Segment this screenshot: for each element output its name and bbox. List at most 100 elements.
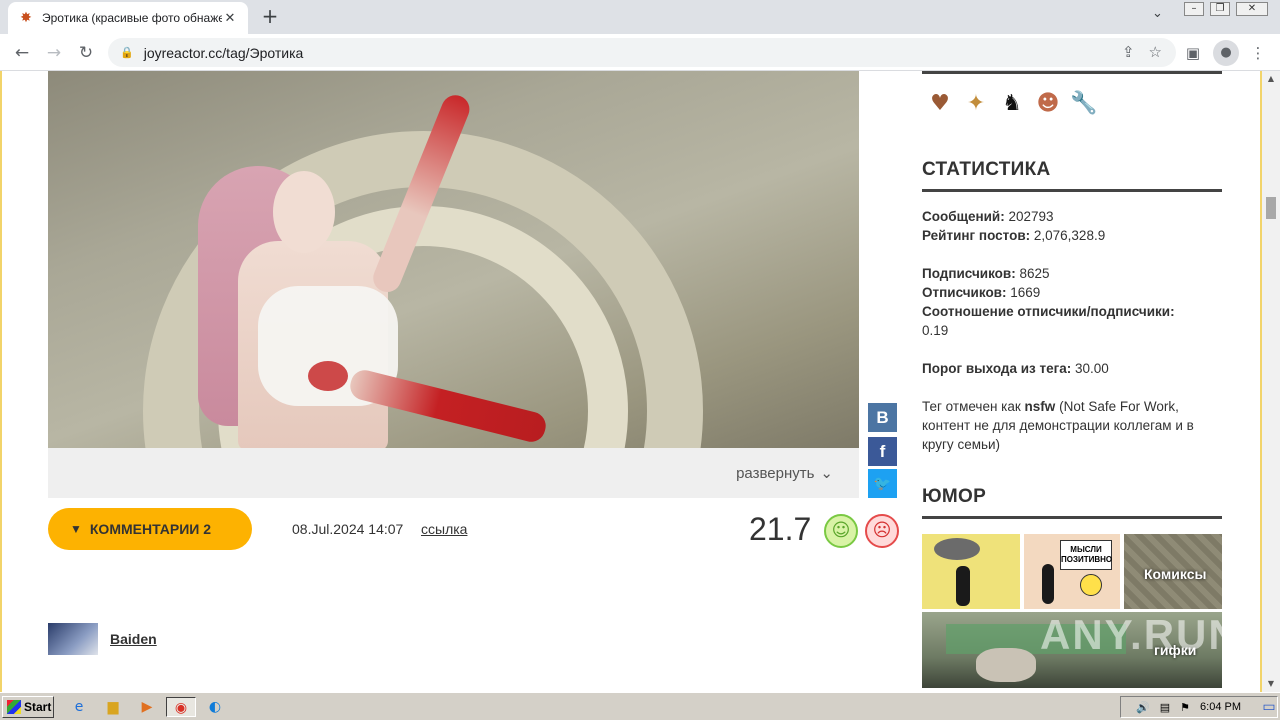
chrome-icon[interactable]: ◉ (166, 697, 196, 717)
expand-bar: развернуть ⌄ (48, 448, 859, 498)
profile-icon[interactable]: ● (1213, 40, 1239, 66)
stat-ratio-value: 0.19 (922, 323, 949, 338)
reload-icon[interactable]: ↻ (72, 40, 100, 66)
smile-icon: ☺ (831, 520, 851, 541)
image-figure-face (273, 171, 335, 253)
playboy-bunny-icon[interactable]: ♞ (996, 87, 1028, 119)
clock[interactable]: 6:04 PM (1200, 701, 1241, 713)
address-bar[interactable]: 🔒 joyreactor.cc/tag/Эротика ⇪ ☆ (108, 38, 1176, 67)
comics-label: Комиксы (1144, 566, 1207, 582)
chevron-down-icon: ▼ (70, 522, 82, 536)
windows-logo-icon (7, 700, 21, 714)
nsfw-notice: Тег отмечен как nsfw (Not Safe For Work,… (922, 397, 1222, 454)
frown-icon: ☹ (872, 520, 892, 541)
watermark-logo: ANY.RUN (1040, 611, 1241, 658)
stat-rating-value: 2,076,328.9 (1033, 228, 1106, 243)
browser-tab[interactable]: ✸ Эротика (красивые фото обнажен ✕ (8, 2, 248, 34)
tab-close-icon[interactable]: ✕ (222, 11, 238, 26)
post-rating: 21.7 (749, 511, 812, 547)
menu-icon[interactable]: ⋮ (1245, 40, 1271, 66)
humor-rule (922, 516, 1222, 519)
scroll-up-icon[interactable]: ▲ (1262, 71, 1280, 87)
media-player-icon[interactable]: ▶ (136, 697, 158, 717)
expand-label: развернуть (736, 464, 815, 482)
thought-cloud-icon (934, 538, 980, 560)
system-tray: 🔊 ▤ ⚑ 6:04 PM (1120, 696, 1278, 718)
heart-icon[interactable]: ♥ (924, 87, 956, 119)
humor-tile-comics[interactable]: Комиксы (1124, 534, 1222, 609)
stat-exit-value: 30.00 (1074, 361, 1109, 376)
web-page: развернуть ⌄ В f 🐦 ▼ КОММЕНТАРИИ 2 08.Ju… (0, 71, 1280, 692)
maximize-window-icon[interactable]: ❐ (1210, 2, 1230, 16)
show-desktop-icon[interactable]: ▭ (1258, 697, 1280, 717)
volume-icon[interactable]: 🔊 (1136, 701, 1150, 714)
stat-unsubscribers-value: 1669 (1010, 285, 1041, 300)
humor-tile-2[interactable]: МЫСЛИ ПОЗИТИВНО (1024, 534, 1120, 609)
humor-tile-1[interactable] (922, 534, 1020, 609)
stat-ratio: Соотношение отписчики/подписчики: 0.19 (922, 302, 1222, 340)
stat-subscribers-label: Подписчиков: (922, 266, 1016, 281)
humor-title: ЮМОР (922, 486, 987, 507)
network-icon[interactable]: ▤ (1160, 701, 1170, 714)
vote-down-button[interactable]: ☹ (865, 514, 899, 548)
scroll-down-icon[interactable]: ▼ (1262, 676, 1280, 692)
scrollbar[interactable]: ▲ ▼ (1262, 71, 1280, 692)
tab-search-chevron-icon[interactable]: ⌄ (1152, 6, 1163, 21)
minimize-window-icon[interactable]: – (1184, 2, 1204, 16)
stat-rating: Рейтинг постов: 2,076,328.9 (922, 226, 1222, 245)
post-date: 08.Jul.2024 14:07 (292, 521, 404, 537)
post-image[interactable] (48, 71, 859, 448)
stat-messages: Сообщений: 202793 (922, 207, 1222, 226)
url-text[interactable]: joyreactor.cc/tag/Эротика (144, 45, 304, 61)
stat-unsubscribers-label: Отписчиков: (922, 285, 1007, 300)
tag-icons-row: ♥ ✦ ♞ ☻ 🔧 (924, 87, 1100, 119)
share-icon[interactable]: ⇪ (1122, 43, 1135, 61)
thought-sign: МЫСЛИ ПОЗИТИВНО (1060, 540, 1112, 570)
start-button[interactable]: Start (2, 696, 54, 718)
stat-subscribers: Подписчиков: 8625 (922, 264, 1222, 283)
folder-icon[interactable]: ▆ (102, 697, 124, 717)
lock-icon[interactable]: 🔒 (120, 46, 134, 59)
stat-subscribers-value: 8625 (1019, 266, 1050, 281)
comment-username[interactable]: Baiden (110, 631, 157, 647)
new-tab-button[interactable]: + (258, 4, 282, 28)
flag-icon[interactable]: ⚑ (1180, 701, 1190, 714)
cat-shape (976, 648, 1036, 682)
edge-icon[interactable]: ◐ (204, 697, 226, 717)
toolbar: ← → ↻ 🔒 joyreactor.cc/tag/Эротика ⇪ ☆ ▣ … (0, 34, 1280, 71)
gold-shell-icon[interactable]: ✦ (960, 87, 992, 119)
favicon-star-icon: ✸ (20, 10, 32, 26)
stat-messages-value: 202793 (1008, 209, 1054, 224)
stat-exit-label: Порог выхода из тега: (922, 361, 1072, 376)
nsfw-tag: nsfw (1024, 399, 1056, 414)
share-facebook-button[interactable]: f (868, 437, 897, 466)
chevron-down-icon: ⌄ (820, 465, 833, 482)
tab-title: Эротика (красивые фото обнажен (42, 11, 222, 25)
ie-icon[interactable]: e (68, 697, 90, 717)
comment-author: Baiden (48, 623, 157, 655)
close-window-icon[interactable]: ✕ (1236, 2, 1268, 16)
bookmark-star-icon[interactable]: ☆ (1149, 43, 1162, 61)
comments-label: КОММЕНТАРИИ 2 (89, 521, 212, 537)
sidebar-icon[interactable]: ▣ (1180, 40, 1206, 66)
post-link[interactable]: ссылка (421, 521, 467, 537)
start-label: Start (24, 700, 52, 714)
stat-messages-label: Сообщений: (922, 209, 1005, 224)
comments-button[interactable]: ▼ КОММЕНТАРИИ 2 (48, 508, 252, 550)
sidebar-divider (922, 71, 1222, 74)
back-icon[interactable]: ← (8, 40, 36, 66)
page-border-left (0, 71, 2, 692)
wrench-icon[interactable]: 🔧 (1068, 87, 1100, 119)
scrollbar-thumb[interactable] (1266, 197, 1276, 219)
vote-up-button[interactable]: ☺ (824, 514, 858, 548)
share-vk-button[interactable]: В (868, 403, 897, 432)
forward-icon[interactable]: → (40, 40, 68, 66)
sun-smile-icon (1080, 574, 1102, 596)
stat-exit-threshold: Порог выхода из тега: 30.00 (922, 359, 1222, 378)
stats-rule (922, 189, 1222, 192)
share-twitter-button[interactable]: 🐦 (868, 469, 897, 498)
stat-ratio-label: Соотношение отписчики/подписчики: (922, 304, 1175, 319)
avatar[interactable] (48, 623, 98, 655)
expand-button[interactable]: развернуть ⌄ (736, 464, 833, 483)
cartoon-face-icon[interactable]: ☻ (1032, 87, 1064, 119)
